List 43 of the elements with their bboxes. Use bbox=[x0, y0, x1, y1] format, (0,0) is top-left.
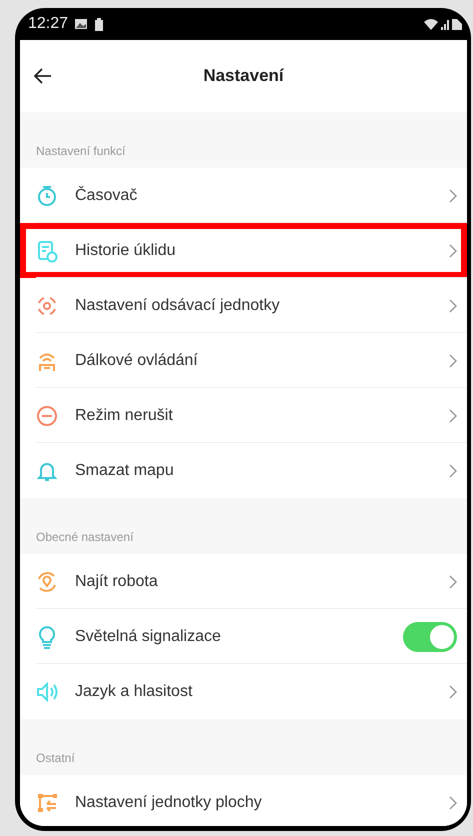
settings-item[interactable]: Jazyk a hlasitost bbox=[20, 664, 467, 719]
signal-icons bbox=[423, 18, 463, 30]
settings-item[interactable]: Nastavení odsávací jednotky bbox=[20, 278, 467, 333]
item-label: Najít robota bbox=[75, 572, 158, 590]
toggle-switch[interactable] bbox=[403, 622, 457, 652]
item-label: Dálkové ovládání bbox=[75, 352, 198, 370]
item-label: Historie úklidu bbox=[75, 242, 176, 260]
chevron-right-icon bbox=[449, 244, 457, 258]
battery-saver-icon bbox=[94, 18, 104, 30]
speaker-icon bbox=[35, 680, 59, 704]
settings-item[interactable]: Smazat mapu bbox=[20, 443, 467, 498]
chevron-right-icon bbox=[449, 408, 457, 422]
item-label: Světelná signalizace bbox=[75, 628, 221, 646]
item-label: Smazat mapu bbox=[75, 462, 174, 480]
section-title: Ostatní bbox=[36, 751, 75, 765]
settings-item[interactable]: Nastavení jednotky plochy bbox=[20, 775, 467, 826]
settings-item[interactable]: Dálkové ovládání bbox=[20, 333, 467, 388]
document-clock-icon bbox=[35, 238, 59, 262]
status-time: 12:27 bbox=[28, 15, 68, 33]
screen-title: Nastavení bbox=[203, 66, 284, 86]
chevron-right-icon bbox=[449, 684, 457, 698]
timer-icon bbox=[35, 184, 59, 208]
image-icon bbox=[74, 18, 88, 30]
chevron-right-icon bbox=[449, 796, 457, 810]
chevron-right-icon bbox=[449, 574, 457, 588]
settings-item[interactable]: Světelná signalizace bbox=[20, 609, 467, 664]
section-title: Obecné nastavení bbox=[36, 530, 134, 544]
item-label: Časovač bbox=[75, 186, 138, 204]
item-label: Režim nerušit bbox=[75, 406, 173, 424]
settings-item[interactable]: Najít robota bbox=[20, 554, 467, 609]
item-label: Nastavení odsávací jednotky bbox=[75, 296, 280, 314]
chevron-right-icon bbox=[449, 464, 457, 478]
chevron-right-icon bbox=[449, 188, 457, 202]
chevron-right-icon bbox=[449, 354, 457, 368]
item-label: Nastavení jednotky plochy bbox=[75, 794, 262, 812]
minus-circle-icon bbox=[35, 404, 59, 428]
settings-item[interactable]: Režim nerušit bbox=[20, 388, 467, 443]
back-arrow-icon[interactable] bbox=[34, 68, 52, 84]
section-title: Nastavení funkcí bbox=[36, 144, 126, 158]
chevron-right-icon bbox=[449, 298, 457, 312]
settings-item[interactable]: Historie úklidu bbox=[20, 223, 467, 278]
item-label: Jazyk a hlasitost bbox=[75, 682, 192, 700]
settings-item[interactable]: Časovač bbox=[20, 168, 467, 223]
